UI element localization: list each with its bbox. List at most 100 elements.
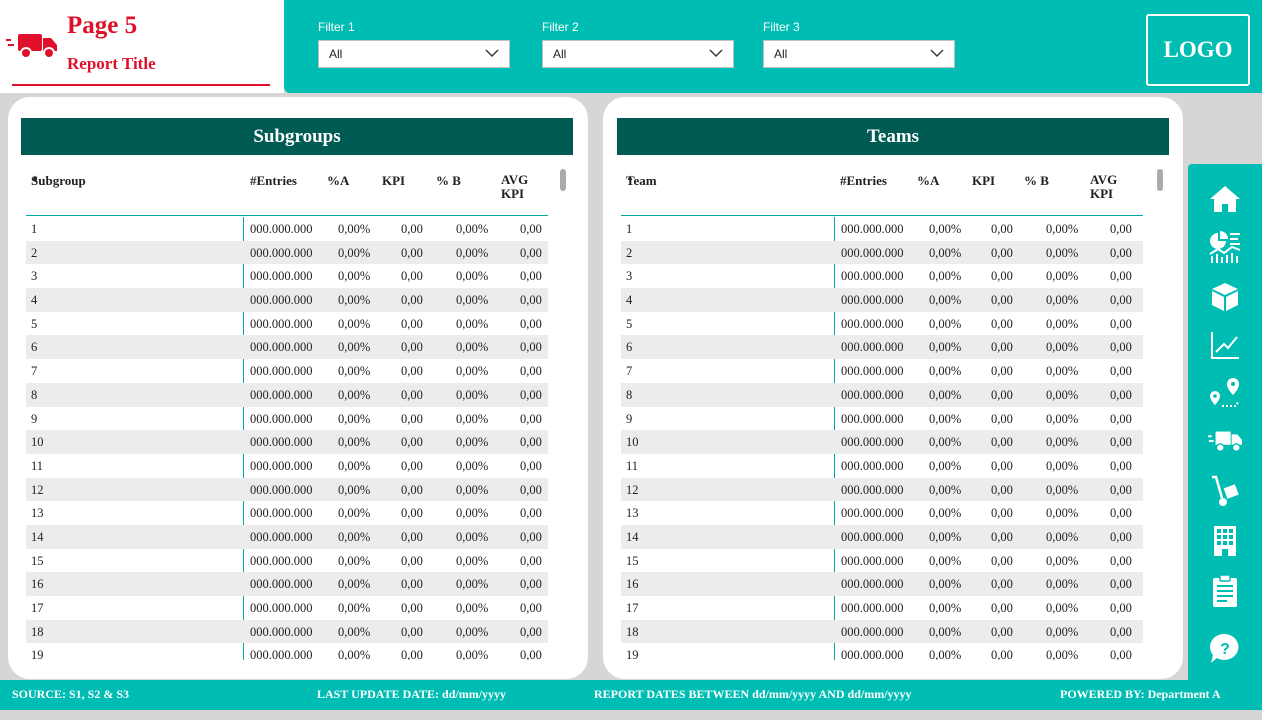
dashboard-chart-icon[interactable] [1208, 230, 1242, 264]
cell-pct-a: 0,00% [929, 364, 962, 379]
column-header-pct-b[interactable]: % B [436, 173, 461, 189]
column-header-kpi[interactable]: KPI [382, 173, 405, 189]
cell-kpi: 0,00 [401, 364, 423, 379]
table-row[interactable]: 15 000.000.000 0,00% 0,00 0,00% 0,00 [26, 549, 548, 573]
table-row[interactable]: 13 000.000.000 0,00% 0,00 0,00% 0,00 [26, 501, 548, 525]
cell-kpi: 0,00 [401, 624, 423, 639]
table-row[interactable]: 14 000.000.000 0,00% 0,00 0,00% 0,00 [621, 524, 1143, 549]
teams-table-body: 1 000.000.000 0,00% 0,00 0,00% 0,00 2 000.000.0… [621, 217, 1143, 660]
cell-kpi: 0,00 [401, 458, 423, 473]
box-icon[interactable] [1208, 280, 1242, 314]
table-row[interactable]: 1 000.000.000 0,00% 0,00 0,00% 0,00 [26, 217, 548, 241]
cell-pct-a: 0,00% [929, 245, 962, 260]
cell-name: 7 [31, 364, 38, 379]
cell-name: 19 [626, 648, 639, 660]
table-row[interactable]: 7 000.000.000 0,00% 0,00 0,00% 0,00 [621, 359, 1143, 383]
cell-name: 10 [626, 435, 639, 450]
table-row[interactable]: 16 000.000.000 0,00% 0,00 0,00% 0,00 [26, 572, 548, 596]
cell-entries: 000.000.000 [250, 340, 313, 355]
table-row[interactable]: 2 000.000.000 0,00% 0,00 0,00% 0,00 [621, 240, 1143, 265]
column-header-pct-b[interactable]: % B [1024, 173, 1049, 189]
cell-pct-a: 0,00% [338, 435, 371, 450]
sort-ascending-icon[interactable]: ▲ [626, 173, 634, 182]
table-row[interactable]: 17 000.000.000 0,00% 0,00 0,00% 0,00 [26, 596, 548, 620]
column-header-avg-kpi[interactable]: AVG KPI [501, 172, 537, 202]
route-pin-icon[interactable] [1208, 376, 1242, 410]
clipboard-icon[interactable] [1208, 574, 1242, 608]
column-header-entries[interactable]: #Entries [250, 173, 297, 189]
help-icon[interactable]: ? [1208, 632, 1242, 666]
table-row[interactable]: 1 000.000.000 0,00% 0,00 0,00% 0,00 [621, 217, 1143, 241]
column-header-pct-a[interactable]: %A [917, 173, 939, 189]
teams-scrollbar[interactable] [1157, 169, 1163, 191]
filter-3-dropdown[interactable]: All [763, 40, 955, 68]
cell-pct-a: 0,00% [338, 482, 371, 497]
cell-entries: 000.000.000 [841, 435, 904, 450]
cell-pct-b: 0,00% [1046, 316, 1079, 331]
filter-1-dropdown[interactable]: All [318, 40, 510, 68]
table-row[interactable]: 11 000.000.000 0,00% 0,00 0,00% 0,00 [26, 454, 548, 478]
cell-name: 10 [31, 435, 44, 450]
table-row[interactable]: 19 000.000.000 0,00% 0,00 0,00% 0,00 [26, 643, 548, 660]
cell-pct-b: 0,00% [1046, 435, 1079, 450]
filter-3-value: All [774, 47, 788, 61]
cell-avg-kpi: 0,00 [520, 269, 542, 284]
cell-avg-kpi: 0,00 [520, 435, 542, 450]
subgroups-scrollbar[interactable] [560, 169, 566, 191]
table-row[interactable]: 10 000.000.000 0,00% 0,00 0,00% 0,00 [621, 430, 1143, 454]
table-row[interactable]: 16 000.000.000 0,00% 0,00 0,00% 0,00 [621, 572, 1143, 596]
table-row[interactable]: 11 000.000.000 0,00% 0,00 0,00% 0,00 [621, 454, 1143, 478]
table-row[interactable]: 9 000.000.000 0,00% 0,00 0,00% 0,00 [621, 407, 1143, 431]
cell-avg-kpi: 0,00 [1110, 482, 1132, 497]
hand-truck-icon[interactable] [1208, 474, 1242, 508]
table-row[interactable]: 18 000.000.000 0,00% 0,00 0,00% 0,00 [26, 619, 548, 644]
filter-3: Filter 3 All [763, 20, 955, 68]
cell-pct-a: 0,00% [338, 411, 371, 426]
cell-pct-a: 0,00% [929, 340, 962, 355]
column-header-pct-a[interactable]: %A [327, 173, 349, 189]
column-header-kpi[interactable]: KPI [972, 173, 995, 189]
cell-pct-b: 0,00% [1046, 529, 1079, 544]
table-row[interactable]: 12 000.000.000 0,00% 0,00 0,00% 0,00 [26, 477, 548, 502]
table-row[interactable]: 15 000.000.000 0,00% 0,00 0,00% 0,00 [621, 549, 1143, 573]
cell-pct-a: 0,00% [929, 506, 962, 521]
column-header-avg-kpi[interactable]: AVG KPI [1090, 172, 1126, 202]
table-row[interactable]: 18 000.000.000 0,00% 0,00 0,00% 0,00 [621, 619, 1143, 644]
table-row[interactable]: 3 000.000.000 0,00% 0,00 0,00% 0,00 [26, 264, 548, 288]
table-row[interactable]: 17 000.000.000 0,00% 0,00 0,00% 0,00 [621, 596, 1143, 620]
cell-entries: 000.000.000 [250, 506, 313, 521]
table-row[interactable]: 5 000.000.000 0,00% 0,00 0,00% 0,00 [621, 312, 1143, 336]
table-row[interactable]: 6 000.000.000 0,00% 0,00 0,00% 0,00 [621, 335, 1143, 360]
table-row[interactable]: 9 000.000.000 0,00% 0,00 0,00% 0,00 [26, 407, 548, 431]
table-row[interactable]: 19 000.000.000 0,00% 0,00 0,00% 0,00 [621, 643, 1143, 660]
cell-kpi: 0,00 [991, 648, 1013, 660]
svg-text:?: ? [1220, 641, 1230, 658]
table-row[interactable]: 12 000.000.000 0,00% 0,00 0,00% 0,00 [621, 477, 1143, 502]
column-header-subgroup[interactable]: Subgroup [31, 173, 86, 189]
cell-kpi: 0,00 [991, 529, 1013, 544]
table-row[interactable]: 8 000.000.000 0,00% 0,00 0,00% 0,00 [26, 382, 548, 407]
filter-2-dropdown[interactable]: All [542, 40, 734, 68]
table-row[interactable]: 10 000.000.000 0,00% 0,00 0,00% 0,00 [26, 430, 548, 454]
table-row[interactable]: 7 000.000.000 0,00% 0,00 0,00% 0,00 [26, 359, 548, 383]
table-row[interactable]: 2 000.000.000 0,00% 0,00 0,00% 0,00 [26, 240, 548, 265]
table-row[interactable]: 8 000.000.000 0,00% 0,00 0,00% 0,00 [621, 382, 1143, 407]
table-row[interactable]: 13 000.000.000 0,00% 0,00 0,00% 0,00 [621, 501, 1143, 525]
line-chart-icon[interactable] [1208, 328, 1242, 362]
column-header-entries[interactable]: #Entries [840, 173, 887, 189]
table-row[interactable]: 4 000.000.000 0,00% 0,00 0,00% 0,00 [26, 288, 548, 312]
footer: SOURCE: S1, S2 & S3 LAST UPDATE DATE: dd… [0, 680, 1262, 710]
table-row[interactable]: 3 000.000.000 0,00% 0,00 0,00% 0,00 [621, 264, 1143, 288]
building-icon[interactable] [1208, 524, 1242, 558]
table-row[interactable]: 5 000.000.000 0,00% 0,00 0,00% 0,00 [26, 312, 548, 336]
cell-kpi: 0,00 [401, 648, 423, 660]
cell-pct-b: 0,00% [1046, 293, 1079, 308]
table-row[interactable]: 4 000.000.000 0,00% 0,00 0,00% 0,00 [621, 288, 1143, 312]
cell-pct-a: 0,00% [338, 245, 371, 260]
home-icon[interactable] [1208, 182, 1242, 216]
table-row[interactable]: 14 000.000.000 0,00% 0,00 0,00% 0,00 [26, 524, 548, 549]
cell-pct-b: 0,00% [456, 411, 489, 426]
sort-ascending-icon[interactable]: ▲ [31, 173, 39, 182]
table-row[interactable]: 6 000.000.000 0,00% 0,00 0,00% 0,00 [26, 335, 548, 360]
delivery-truck-icon[interactable] [1208, 424, 1242, 458]
